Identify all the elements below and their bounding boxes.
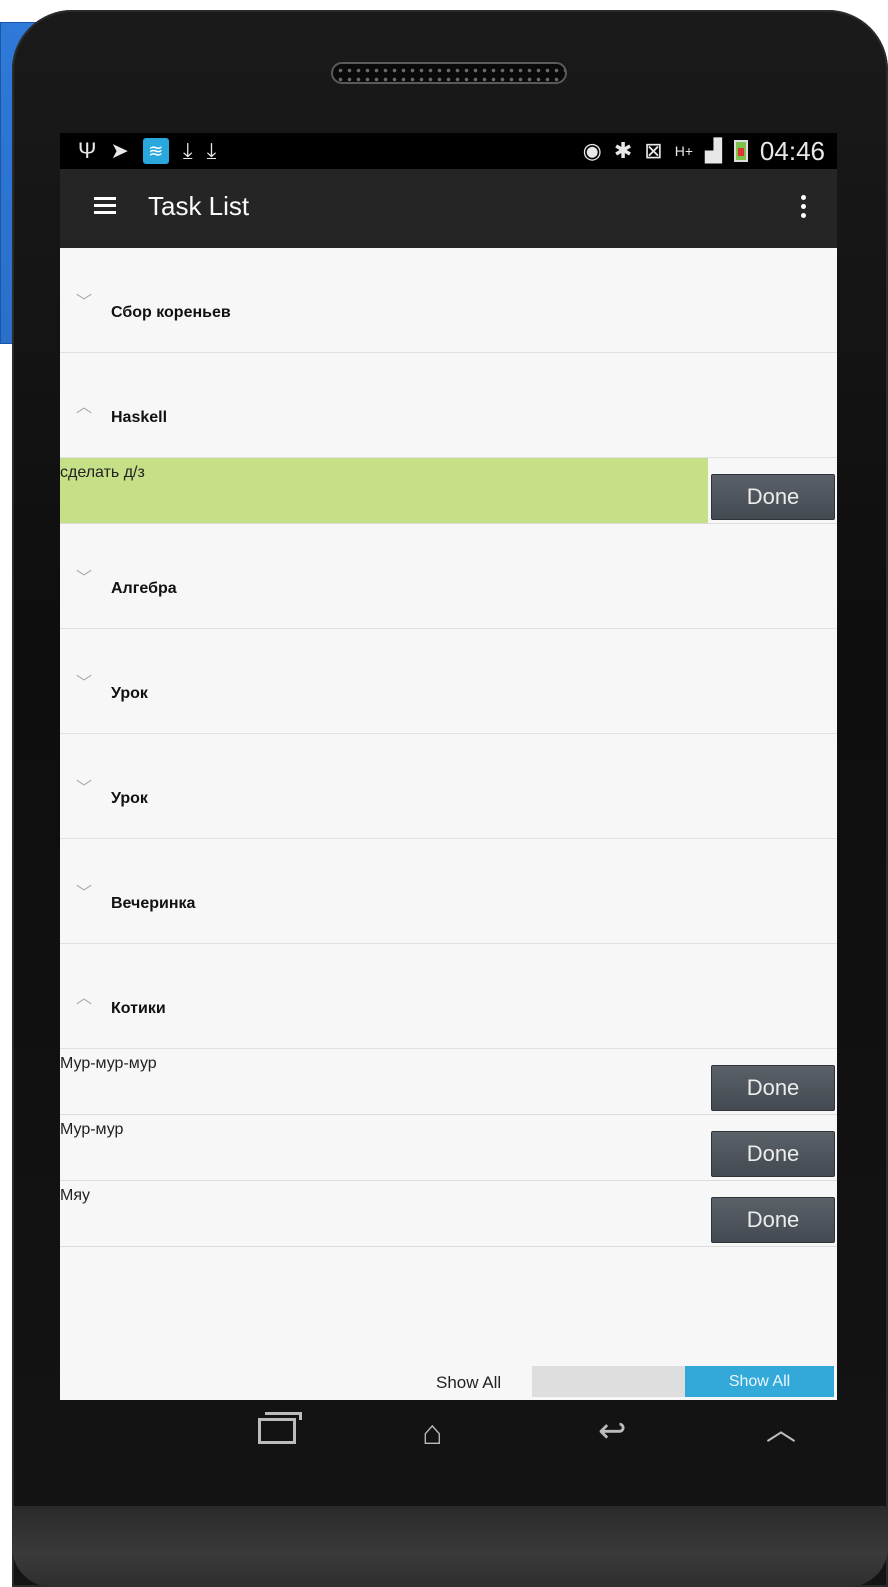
eye-icon: ◉ bbox=[582, 138, 602, 163]
mute-icon: ⊠ bbox=[644, 138, 663, 163]
chevron-down-icon: ﹀ bbox=[76, 780, 93, 797]
menu-icon[interactable] bbox=[94, 197, 116, 215]
footer-bar: Show All Show All bbox=[60, 1363, 837, 1400]
done-button[interactable]: Done bbox=[711, 474, 835, 520]
task-text-area: Мяу bbox=[60, 1181, 708, 1246]
status-time: 04:46 bbox=[759, 135, 825, 166]
group-header[interactable]: ︿ Котики bbox=[60, 944, 837, 1049]
usb-icon: Ψ bbox=[78, 138, 97, 163]
back-icon[interactable]: ↩ bbox=[598, 1414, 627, 1448]
system-nav-bar: ⌂ ↩ ︿ bbox=[60, 1400, 837, 1464]
group-title: Сбор кореньев bbox=[111, 304, 231, 321]
task-text: Мяу bbox=[60, 1187, 90, 1204]
recent-apps-icon[interactable] bbox=[258, 1412, 302, 1444]
overflow-menu-icon[interactable] bbox=[801, 195, 807, 221]
screen: Ψ ➤ ≋ ⤓ ⤓ ◉ ✱ ⊠ H+ ▟ 04:46 Task List ﹀ С… bbox=[60, 133, 837, 1400]
signal-icon: ▟ bbox=[705, 138, 722, 163]
task-text: сделать д/з bbox=[60, 464, 145, 481]
wifi-icon: ≋ bbox=[142, 138, 169, 164]
group-header[interactable]: ﹀ Сбор кореньев bbox=[60, 248, 837, 353]
download-icon: ⤓ bbox=[182, 138, 193, 163]
group-title: Haskell bbox=[111, 409, 168, 426]
task-row: сделать д/з Done bbox=[60, 458, 837, 524]
chevron-down-icon: ﹀ bbox=[76, 885, 93, 902]
group-header[interactable]: ﹀ Урок bbox=[60, 629, 837, 734]
navigation-icon: ➤ bbox=[110, 138, 129, 163]
hplus-icon: H+ bbox=[674, 143, 693, 159]
group-header[interactable]: ︿ Haskell bbox=[60, 353, 837, 458]
speaker-grille bbox=[331, 62, 567, 84]
group-header[interactable]: ﹀ Урок bbox=[60, 734, 837, 839]
show-all-label: Show All bbox=[436, 1373, 502, 1392]
show-all-toggle-thumb[interactable]: Show All bbox=[685, 1366, 834, 1397]
done-button[interactable]: Done bbox=[711, 1131, 835, 1177]
chevron-up-icon: ︿ bbox=[76, 990, 93, 1007]
chevron-down-icon: ﹀ bbox=[76, 570, 93, 587]
group-header[interactable]: ﹀ Вечеринка bbox=[60, 839, 837, 944]
task-list: ﹀ Сбор кореньев ︿ Haskell сделать д/з Do… bbox=[60, 248, 837, 1247]
group-title: Вечеринка bbox=[111, 895, 196, 912]
task-text-area: Мур-мур bbox=[60, 1115, 708, 1180]
bluetooth-icon: ✱ bbox=[613, 138, 633, 163]
task-row: Мур-мур-мур Done bbox=[60, 1049, 837, 1115]
task-text: Мур-мур-мур bbox=[60, 1055, 157, 1072]
group-title: Алгебра bbox=[111, 580, 177, 597]
app-bar: Task List bbox=[60, 169, 837, 248]
chevron-down-icon: ﹀ bbox=[76, 294, 93, 311]
task-row: Мур-мур Done bbox=[60, 1115, 837, 1181]
group-title: Урок bbox=[111, 790, 148, 807]
status-bar: Ψ ➤ ≋ ⤓ ⤓ ◉ ✱ ⊠ H+ ▟ 04:46 bbox=[60, 133, 837, 169]
done-button[interactable]: Done bbox=[711, 1065, 835, 1111]
task-text-area: сделать д/з bbox=[60, 458, 708, 523]
chevron-up-icon: ︿ bbox=[76, 399, 93, 416]
app-title: Task List bbox=[148, 191, 250, 221]
done-button[interactable]: Done bbox=[711, 1197, 835, 1243]
phone-chin bbox=[12, 1506, 888, 1587]
task-row: Мяу Done bbox=[60, 1181, 837, 1247]
task-text: Мур-мур bbox=[60, 1121, 124, 1138]
chevron-down-icon: ﹀ bbox=[76, 675, 93, 692]
task-text-area: Мур-мур-мур bbox=[60, 1049, 708, 1114]
home-icon[interactable]: ⌂ bbox=[422, 1416, 443, 1450]
group-title: Котики bbox=[111, 1000, 166, 1017]
chevron-up-icon[interactable]: ︿ bbox=[766, 1414, 796, 1448]
group-header[interactable]: ﹀ Алгебра bbox=[60, 524, 837, 629]
battery-icon bbox=[733, 140, 748, 162]
group-title: Урок bbox=[111, 685, 148, 702]
download-icon: ⤓ bbox=[206, 138, 217, 163]
